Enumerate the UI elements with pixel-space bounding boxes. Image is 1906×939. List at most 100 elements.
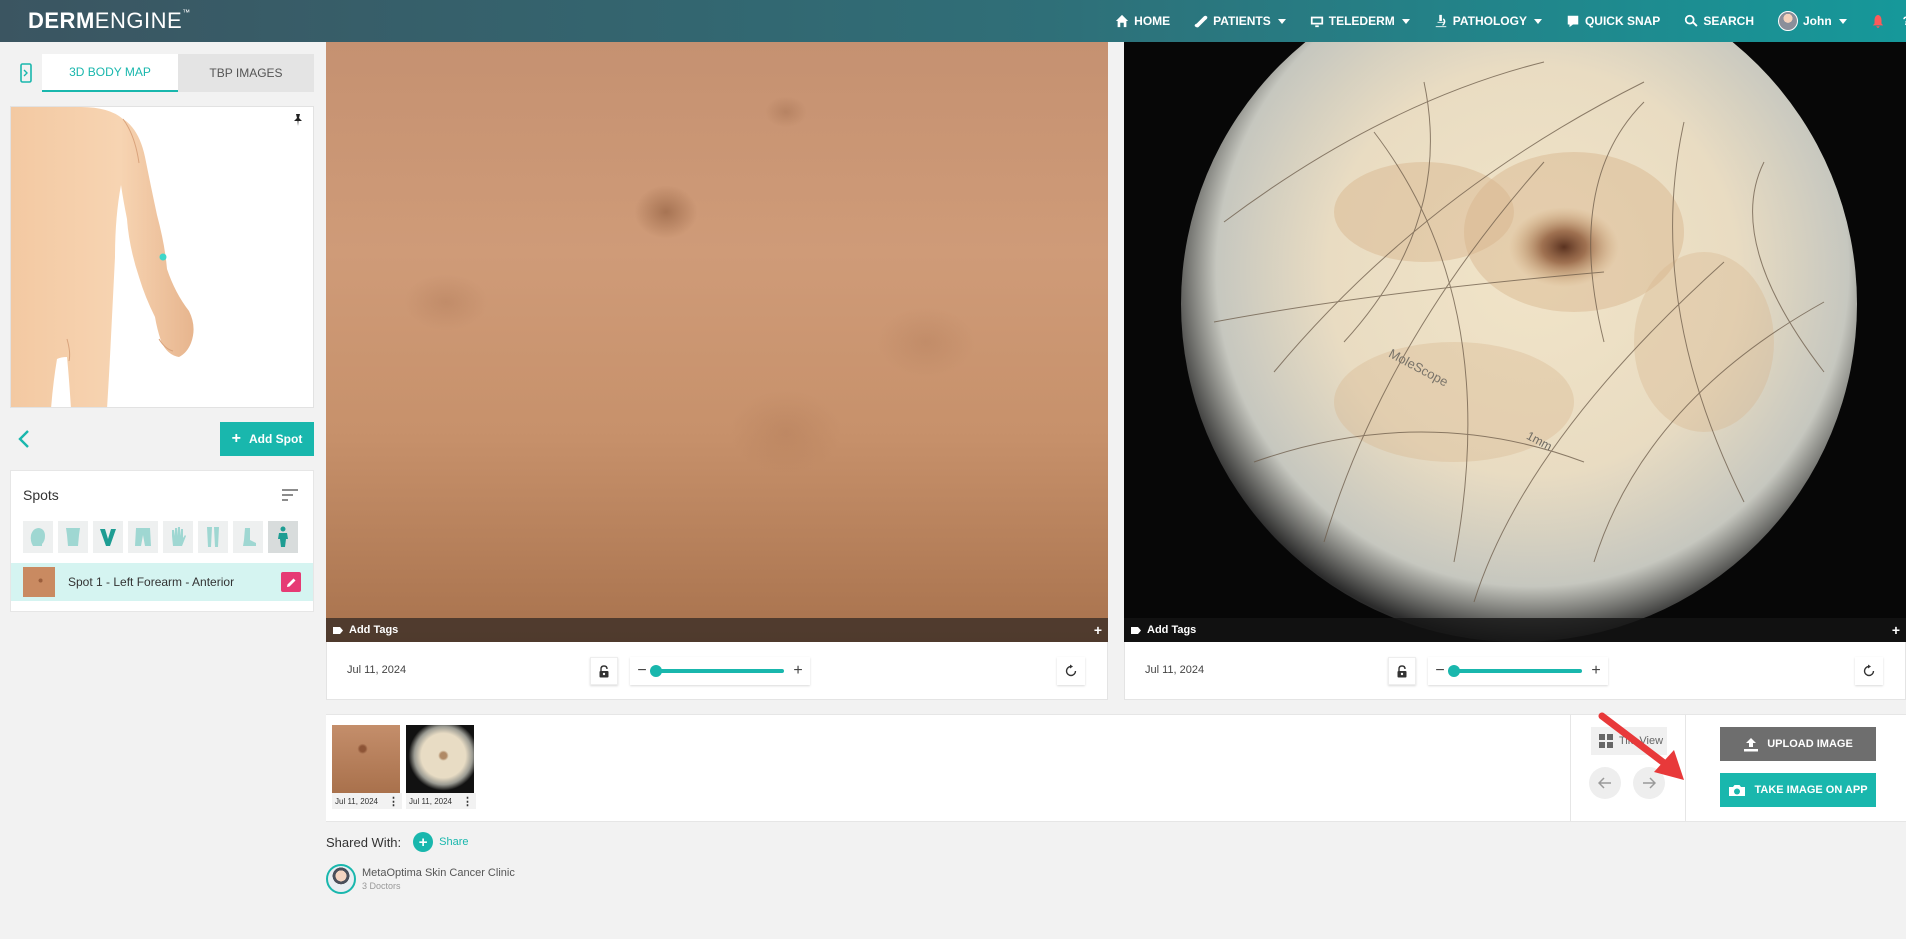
- filter-legs[interactable]: [198, 521, 228, 553]
- filter-pelvis[interactable]: [128, 521, 158, 553]
- more-vert-icon[interactable]: ⋮: [388, 795, 399, 808]
- left-panel: 3D BODY MAP TBP IMAGES ? + Add Spot Spot: [10, 54, 314, 612]
- zoom-slider-thumb[interactable]: [1448, 665, 1460, 677]
- add-tag-plus-button[interactable]: +: [1892, 622, 1900, 638]
- thumbnail-date: Jul 11, 2024: [335, 796, 378, 806]
- thumbnail-image[interactable]: [406, 725, 474, 793]
- nav-home[interactable]: HOME: [1115, 14, 1170, 28]
- zoom-control: − +: [630, 657, 810, 685]
- quick-snap-icon: [1567, 15, 1579, 28]
- brand-tm: ™: [182, 8, 191, 17]
- shared-with-section: Shared With: + Share MetaOptima Skin Can…: [326, 832, 515, 894]
- nav-search[interactable]: SEARCH: [1684, 14, 1754, 28]
- zoom-slider[interactable]: [1448, 665, 1582, 677]
- image-date: Jul 11, 2024: [1145, 664, 1205, 676]
- thumbnail-meta: Jul 11, 2024 ⋮: [332, 793, 402, 809]
- body-region-filters: [11, 507, 313, 553]
- filter-hand[interactable]: [163, 521, 193, 553]
- zoom-control: − +: [1428, 657, 1608, 685]
- notifications-button[interactable]: [1871, 14, 1885, 28]
- nav-telederm-label: TELEDERM: [1328, 14, 1395, 28]
- next-button[interactable]: [1633, 767, 1665, 799]
- chevron-down-icon: [1401, 18, 1410, 24]
- zoom-slider[interactable]: [650, 665, 784, 677]
- phone-sync-icon[interactable]: [10, 54, 42, 92]
- tab-3d-body-map[interactable]: 3D BODY MAP: [42, 54, 178, 92]
- brand-bold: DERM: [28, 8, 95, 33]
- clinical-image[interactable]: Add Tags +: [326, 42, 1108, 642]
- image-controls: Jul 11, 2024 − +: [326, 642, 1108, 700]
- zoom-in-button[interactable]: +: [1590, 663, 1602, 679]
- thumbnail-image[interactable]: [332, 725, 400, 793]
- search-icon: [1685, 14, 1698, 27]
- top-navbar: DERMENGINE™ HOME PATIENTS TELEDERM PATHO…: [0, 0, 1906, 42]
- share-button[interactable]: + Share: [413, 832, 469, 852]
- sort-icon[interactable]: [281, 488, 299, 502]
- pencil-icon: [286, 578, 295, 587]
- add-tag-plus-button[interactable]: +: [1094, 622, 1102, 638]
- 3d-body-map-viewer[interactable]: ?: [10, 106, 314, 408]
- chevron-down-icon: [1838, 18, 1847, 24]
- gallery-thumbnail[interactable]: Jul 11, 2024 ⋮: [332, 725, 402, 811]
- tag-icon: [333, 626, 343, 634]
- tab-tbp-images[interactable]: TBP IMAGES: [178, 54, 314, 92]
- arrow-right-icon: [1643, 777, 1656, 789]
- filter-foot[interactable]: [233, 521, 263, 553]
- filter-head[interactable]: [23, 521, 53, 553]
- nav-quick-snap-label: QUICK SNAP: [1584, 14, 1661, 28]
- filter-torso[interactable]: [58, 521, 88, 553]
- hand-icon: [172, 527, 186, 546]
- nav-quick-snap[interactable]: QUICK SNAP: [1566, 14, 1660, 28]
- upload-image-label: UPLOAD IMAGE: [1767, 738, 1853, 750]
- spots-title: Spots: [23, 487, 59, 503]
- brand-logo[interactable]: DERMENGINE™: [28, 8, 191, 34]
- nav-telederm[interactable]: TELEDERM: [1310, 14, 1410, 28]
- rotate-button[interactable]: [1057, 657, 1085, 685]
- take-image-on-app-button[interactable]: TAKE IMAGE ON APP: [1720, 773, 1876, 807]
- chevron-down-icon: [1533, 18, 1542, 24]
- brand-light: ENGINE: [94, 8, 183, 33]
- chevron-left-icon[interactable]: [14, 428, 34, 450]
- rotate-button[interactable]: [1855, 657, 1883, 685]
- spot-list-item[interactable]: Spot 1 - Left Forearm - Anterior: [11, 563, 313, 601]
- lock-button[interactable]: [1388, 657, 1416, 685]
- add-tags-label: Add Tags: [349, 624, 399, 636]
- nav-user-menu[interactable]: John: [1777, 11, 1847, 31]
- nav-pathology[interactable]: PATHOLOGY: [1434, 14, 1542, 28]
- spot-thumbnail: [23, 567, 55, 597]
- nav-patients[interactable]: PATIENTS: [1194, 14, 1286, 28]
- help-button[interactable]: ?: [1903, 14, 1906, 28]
- spots-card: Spots Spot 1 - Left Forearm - Anterior: [10, 470, 314, 612]
- zoom-in-button[interactable]: +: [792, 663, 804, 679]
- previous-button[interactable]: [1589, 767, 1621, 799]
- nav-pathology-label: PATHOLOGY: [1452, 14, 1527, 28]
- legs-icon: [207, 527, 219, 547]
- rotate-icon: [1065, 664, 1077, 677]
- image-panel-dermoscopy: MoleScope 1mm Add Tags + Jul 11, 2024 − …: [1124, 42, 1906, 700]
- dermoscopy-image[interactable]: MoleScope 1mm Add Tags +: [1124, 42, 1906, 642]
- image-gallery-strip: Jul 11, 2024 ⋮ Jul 11, 2024 ⋮ Tile View …: [326, 714, 1906, 822]
- clinic-doctor-count: 3 Doctors: [362, 881, 401, 891]
- shared-clinic[interactable]: MetaOptima Skin Cancer Clinic 3 Doctors: [326, 864, 515, 894]
- bell-icon: [1872, 14, 1883, 28]
- lock-button[interactable]: [590, 657, 618, 685]
- more-vert-icon[interactable]: ⋮: [462, 795, 473, 808]
- zoom-out-button[interactable]: −: [636, 663, 648, 679]
- zoom-out-button[interactable]: −: [1434, 663, 1446, 679]
- filter-full-body[interactable]: [268, 521, 298, 553]
- add-tags-label: Add Tags: [1147, 624, 1197, 636]
- filter-genital[interactable]: [93, 521, 123, 553]
- zoom-slider-thumb[interactable]: [650, 665, 662, 677]
- edit-spot-button[interactable]: [281, 572, 301, 592]
- upload-image-button[interactable]: UPLOAD IMAGE: [1720, 727, 1876, 761]
- add-spot-button[interactable]: + Add Spot: [220, 422, 314, 456]
- clinic-name: MetaOptima Skin Cancer Clinic: [362, 867, 515, 879]
- nav-patients-label: PATIENTS: [1213, 14, 1271, 28]
- take-image-label: TAKE IMAGE ON APP: [1754, 784, 1868, 796]
- add-tags-button[interactable]: Add Tags: [1130, 624, 1196, 636]
- tile-view-button[interactable]: Tile View: [1591, 727, 1667, 755]
- add-tags-button[interactable]: Add Tags: [332, 624, 398, 636]
- nav-menu: HOME PATIENTS TELEDERM PATHOLOGY QUICK S…: [1091, 0, 1906, 42]
- share-label: Share: [439, 836, 469, 848]
- gallery-thumbnail[interactable]: Jul 11, 2024 ⋮: [406, 725, 476, 811]
